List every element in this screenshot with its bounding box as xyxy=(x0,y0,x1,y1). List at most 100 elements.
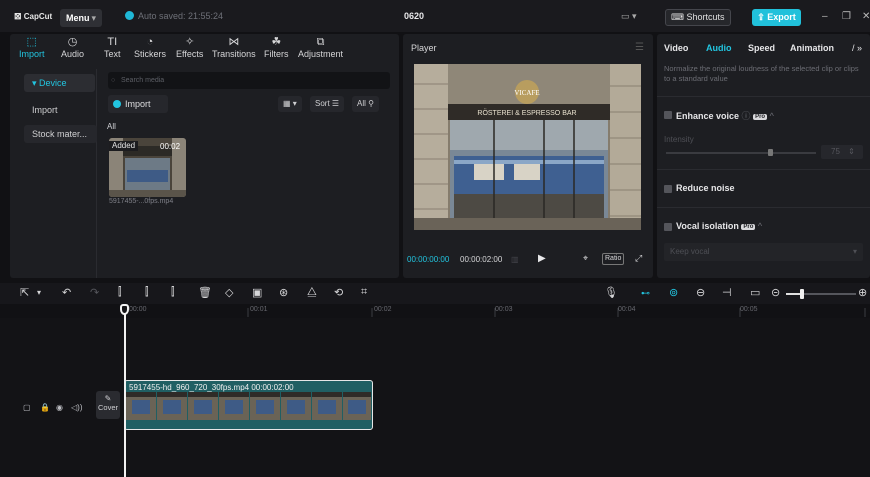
sort-icon: ☰ xyxy=(331,99,340,108)
more-tabs-icon[interactable]: / » xyxy=(852,43,862,53)
tab-text[interactable]: TI Text xyxy=(104,36,121,59)
link-icon[interactable]: ⊖ xyxy=(696,286,705,299)
text-icon: TI xyxy=(107,36,118,48)
media-sidebar: ▾ Device Import Stock mater... xyxy=(10,69,97,278)
cafe-logo-text: VICAFE xyxy=(514,89,539,97)
delete-right-icon[interactable]: ⫿ xyxy=(171,286,175,299)
mirror-icon[interactable]: ⧋ xyxy=(307,286,317,299)
ratio-button[interactable]: Ratio xyxy=(602,253,625,265)
menu-button[interactable]: Menu ▾ xyxy=(60,9,103,27)
crop-icon[interactable]: ⌗ xyxy=(361,286,367,299)
intensity-slider-handle[interactable] xyxy=(768,149,773,156)
fullscreen-icon[interactable]: ⤢ xyxy=(635,253,642,264)
track-thumbnail-icon[interactable]: ▢ xyxy=(23,403,31,412)
import-button[interactable]: Import xyxy=(108,95,168,113)
player-title: Player xyxy=(411,43,437,53)
intensity-slider[interactable] xyxy=(666,152,816,154)
tab-filters[interactable]: ☘ Filters xyxy=(264,36,289,59)
chevron-down-icon[interactable]: ▾ xyxy=(37,288,41,297)
close-icon[interactable]: ✕ xyxy=(862,11,870,22)
sidebar-item-import[interactable]: Import xyxy=(24,101,97,119)
clip-duration: 00:02 xyxy=(160,142,181,151)
total-timecode: 00:00:02:00 xyxy=(460,255,503,264)
layout-icon[interactable]: ▭ ▾ xyxy=(621,11,641,21)
tab-audio-props[interactable]: Audio xyxy=(706,43,732,53)
tab-stickers[interactable]: ◔ Stickers xyxy=(134,36,166,59)
reduce-noise-section: Reduce noise xyxy=(657,169,870,207)
timeline-bars-icon: ▥ xyxy=(511,255,519,264)
import-icon: ⬚ xyxy=(26,36,37,48)
intensity-value-input[interactable]: 75 ⇕ xyxy=(821,145,863,159)
preview-axis-icon[interactable]: ⊣ xyxy=(722,286,732,299)
search-input[interactable]: ○ Search media xyxy=(108,72,390,89)
eye-icon[interactable]: ◉ xyxy=(56,403,63,412)
sort-button[interactable]: Sort ☰ xyxy=(310,96,345,112)
video-clip[interactable]: 5917455-hd_960_720_30fps.mp4 00:00:02:00 xyxy=(124,380,373,430)
microphone-icon[interactable]: 🎙 xyxy=(604,286,618,299)
plus-icon xyxy=(113,100,121,108)
media-clip-thumbnail[interactable]: Added 00:02 xyxy=(109,138,186,197)
intensity-label: Intensity xyxy=(664,135,694,144)
video-preview[interactable]: VICAFE RÖSTEREI & ESPRESSO BAR xyxy=(414,64,641,230)
normalize-description: Normalize the original loudness of the s… xyxy=(664,64,859,83)
caption-icon[interactable]: ▭ xyxy=(750,286,760,299)
auto-snap-icon[interactable]: ⊚ xyxy=(669,286,678,299)
playhead-handle[interactable] xyxy=(120,304,129,315)
undo-icon[interactable]: ↶ xyxy=(62,286,71,299)
minimize-icon[interactable]: – xyxy=(822,11,828,22)
grid-icon: ▦ xyxy=(283,99,291,108)
marker-icon[interactable]: ◇ xyxy=(225,286,233,299)
fullscreen-crop-icon[interactable]: ⌖ xyxy=(583,253,588,264)
view-mode-button[interactable]: ▦ ▾ xyxy=(278,96,302,112)
freeze-icon[interactable]: ▣ xyxy=(252,286,262,299)
play-button[interactable]: ▶ xyxy=(538,253,546,264)
timeline-ruler[interactable]: 00:00 00:01 00:02 00:03 00:04 00:05 xyxy=(120,304,870,318)
export-button[interactable]: ⇪ Export xyxy=(752,9,801,26)
media-panel: ⬚ Import ◷ Audio TI Text ◔ Stickers ✧ Effects… xyxy=(10,34,399,278)
clip-label: 5917455-hd_960_720_30fps.mp4 00:00:02:00 xyxy=(129,383,294,392)
zoom-out-icon[interactable]: ⊝ xyxy=(771,286,780,299)
reduce-noise-label: Reduce noise xyxy=(676,183,735,193)
tab-video[interactable]: Video xyxy=(664,43,688,53)
playhead[interactable] xyxy=(124,304,126,477)
redo-icon[interactable]: ↷ xyxy=(90,286,99,299)
zoom-slider[interactable] xyxy=(786,289,856,299)
reverse-icon[interactable]: ⊛ xyxy=(279,286,288,299)
tab-transitions[interactable]: ⋈ Transitions xyxy=(212,36,256,59)
vocal-isolation-label: Vocal isolation Pro ^ xyxy=(676,221,763,231)
title-bar: ⊠ CapCut Menu ▾ Auto saved: 21:55:24 0620… xyxy=(0,0,870,32)
enhance-voice-checkbox[interactable] xyxy=(664,111,672,119)
keep-vocal-select[interactable]: Keep vocal ▾ xyxy=(664,243,863,261)
speaker-icon[interactable]: ◁)) xyxy=(71,403,82,412)
pencil-icon: ✎ xyxy=(104,394,112,403)
reduce-noise-checkbox[interactable] xyxy=(664,185,672,193)
tab-effects[interactable]: ✧ Effects xyxy=(176,36,203,59)
tab-adjustment[interactable]: ⧉ Adjustment xyxy=(298,36,343,59)
vocal-isolation-checkbox[interactable] xyxy=(664,223,672,231)
rotate-icon[interactable]: ⟲ xyxy=(334,286,343,299)
main-track-magnet-icon[interactable]: ⊷ xyxy=(641,288,650,299)
split-icon[interactable]: ⫿ xyxy=(118,286,122,299)
pro-badge-vocal: Pro xyxy=(741,224,756,230)
delete-icon[interactable]: 🗑 xyxy=(198,286,212,299)
zoom-slider-handle[interactable] xyxy=(800,289,804,299)
restore-icon[interactable]: ❐ xyxy=(842,11,851,22)
sticker-icon: ◔ xyxy=(146,36,154,48)
tab-audio[interactable]: ◷ Audio xyxy=(61,36,84,59)
delete-left-icon[interactable]: ⫿ xyxy=(145,286,149,299)
zoom-in-icon[interactable]: ⊕ xyxy=(858,286,867,299)
tab-import[interactable]: ⬚ Import xyxy=(19,36,45,59)
adjustment-icon: ⧉ xyxy=(316,36,325,48)
lock-icon[interactable]: 🔒 xyxy=(40,403,50,412)
shortcuts-button[interactable]: ⌨ Shortcuts xyxy=(665,9,731,26)
select-cursor-icon[interactable]: ⇱ xyxy=(20,286,29,299)
sidebar-item-stock-material[interactable]: Stock mater... xyxy=(24,125,97,143)
tab-speed[interactable]: Speed xyxy=(748,43,775,53)
clip-filmstrip xyxy=(126,392,371,420)
sidebar-item-device[interactable]: ▾ Device xyxy=(24,74,95,92)
cover-button[interactable]: ✎ Cover xyxy=(96,391,120,419)
menu-icon[interactable]: ☰ xyxy=(635,42,644,53)
tab-animation[interactable]: Animation xyxy=(790,43,834,53)
filter-all-button[interactable]: All ⚲ xyxy=(352,96,379,112)
project-title: 0620 xyxy=(404,11,425,21)
